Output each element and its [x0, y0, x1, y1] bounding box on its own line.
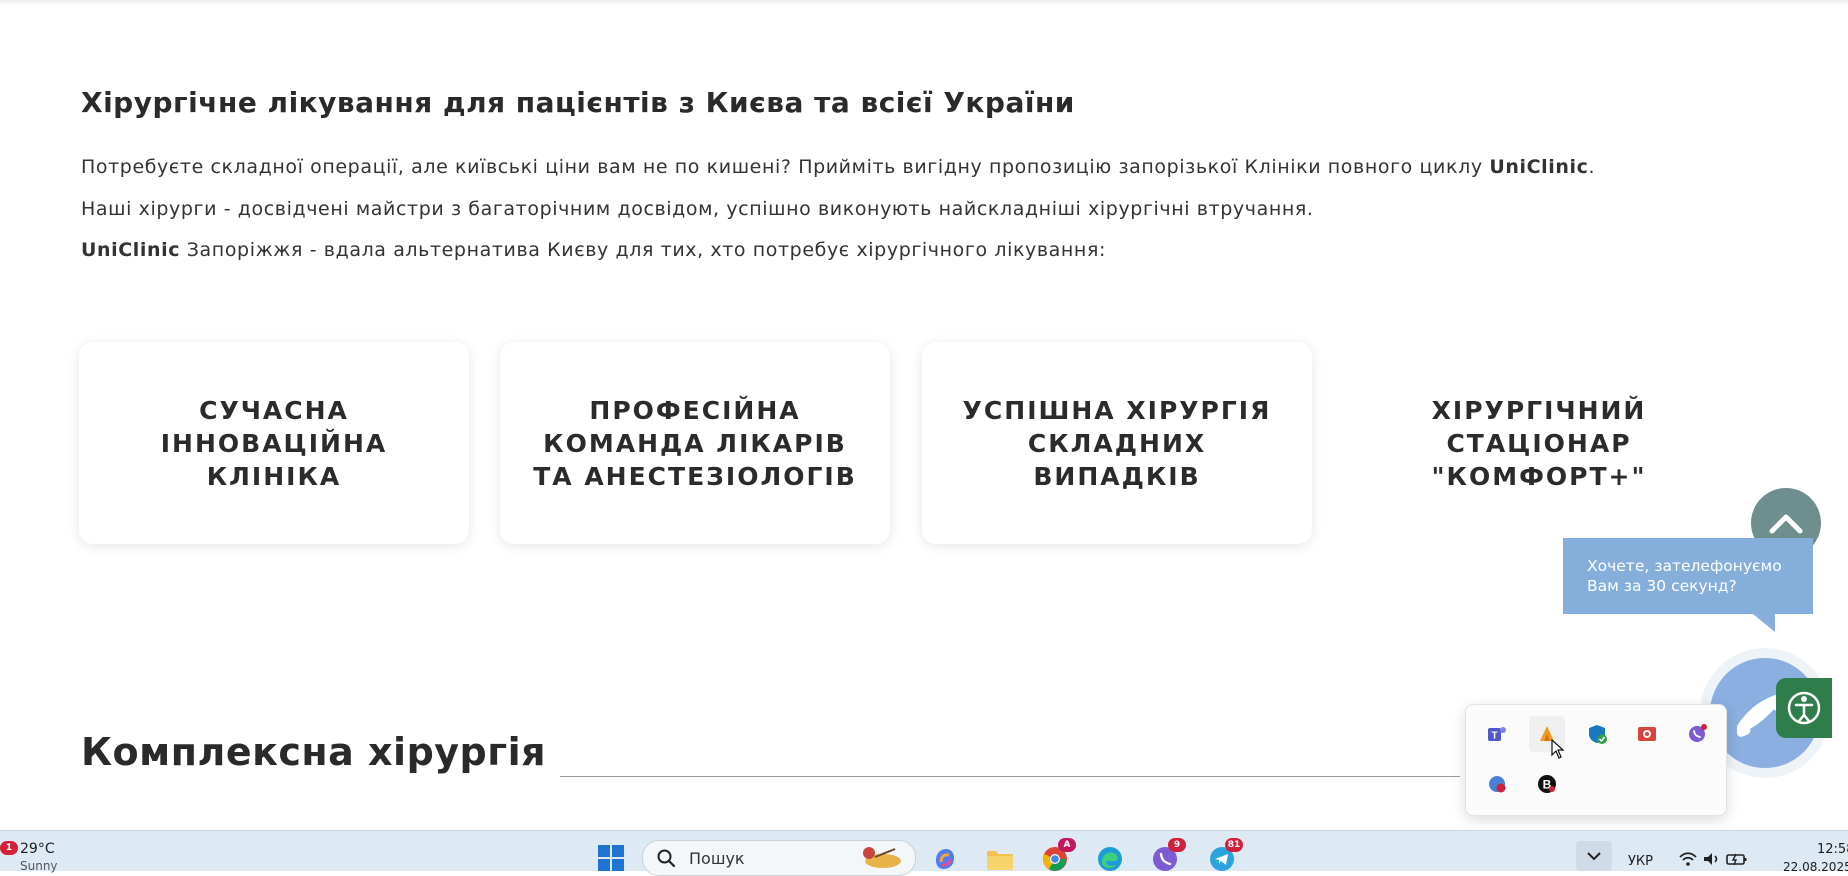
- feature-card: ПРОФЕСІЙНА КОМАНДА ЛІКАРІВ ТА АНЕСТЕЗІОЛ…: [500, 342, 890, 544]
- brand-name: UniClinic: [81, 239, 181, 261]
- telegram-badge: 81: [1225, 838, 1243, 852]
- windows-taskbar: 1 29°C Sunny Пошук A 9 81 УКР 12:58 22: [0, 830, 1848, 876]
- quick-settings[interactable]: [1678, 847, 1748, 871]
- header-shadow: [0, 0, 1848, 6]
- wifi-icon: [1679, 852, 1697, 866]
- tray-overflow-button[interactable]: [1576, 841, 1612, 871]
- viber-badge: 9: [1168, 838, 1186, 852]
- feature-card: УСПІШНА ХІРУРГІЯ СКЛАДНИХ ВИПАДКІВ: [922, 342, 1312, 544]
- search-highlight-icon: [863, 847, 901, 868]
- weather-desc: Sunny: [20, 859, 58, 873]
- intro-paragraph-2: Наші хірурги - досвідчені майстри з бага…: [81, 198, 1314, 220]
- clock-time[interactable]: 12:58: [1817, 842, 1848, 857]
- clock-date[interactable]: 22.08.2025: [1783, 860, 1848, 874]
- search-icon: [657, 849, 675, 867]
- callback-tooltip-text: Хочете, зателефонуємо Вам за 30 секунд?: [1587, 557, 1782, 595]
- feature-card-label: ХІРУРГІЧНИЙ СТАЦІОНАР "КОМФОРТ+": [1431, 395, 1647, 491]
- viber-icon[interactable]: [1679, 716, 1715, 752]
- battery-icon: [1726, 853, 1747, 866]
- chevron-down-icon: [1587, 852, 1601, 861]
- web-page: Хірургічне лікування для пацієнтів з Киє…: [0, 0, 1848, 830]
- feature-card: СУЧАСНА ІННОВАЦІЙНА КЛІНІКА: [79, 342, 469, 544]
- intro-end: .: [1588, 156, 1596, 178]
- feature-card-label: ПРОФЕСІЙНА КОМАНДА ЛІКАРІВ ТА АНЕСТЕЗІОЛ…: [533, 395, 857, 491]
- callback-tooltip: Хочете, зателефонуємо Вам за 30 секунд?: [1563, 538, 1813, 632]
- accessibility-icon: [1787, 691, 1821, 725]
- language-indicator[interactable]: УКР: [1628, 854, 1653, 869]
- intro-text: Запоріжжя - вдала альтернатива Києву для…: [180, 239, 1106, 261]
- next-section-title: Комплексна хірургія: [81, 730, 547, 774]
- camera-icon[interactable]: [1629, 716, 1665, 752]
- section-title: Хірургічне лікування для пацієнтів з Киє…: [81, 86, 1075, 119]
- weather-badge: 1: [0, 841, 18, 855]
- accessibility-button[interactable]: [1776, 678, 1832, 738]
- brand-name: UniClinic: [1489, 156, 1589, 178]
- mouse-cursor-icon: [1551, 739, 1565, 759]
- svg-text:T: T: [1491, 731, 1497, 742]
- feature-card-label: СУЧАСНА ІННОВАЦІЙНА КЛІНІКА: [160, 395, 388, 491]
- start-button[interactable]: [596, 843, 626, 873]
- system-tray-overflow: T B: [1465, 704, 1727, 816]
- teams-icon[interactable]: T: [1479, 716, 1515, 752]
- volume-icon: [1704, 853, 1718, 865]
- app-blue-icon[interactable]: [1479, 766, 1515, 802]
- defender-icon[interactable]: [1579, 716, 1615, 752]
- search-placeholder: Пошук: [689, 849, 745, 868]
- intro-paragraph-3: UniClinic Запоріжжя - вдала альтернатива…: [81, 239, 1106, 261]
- chevron-up-icon: [1769, 514, 1803, 534]
- feature-card-label: УСПІШНА ХІРУРГІЯ СКЛАДНИХ ВИПАДКІВ: [962, 395, 1272, 491]
- intro-paragraph-1: Потребуєте складної операції, але київсь…: [81, 156, 1595, 178]
- b-app-icon[interactable]: B: [1529, 766, 1565, 802]
- chrome-profile-badge: A: [1058, 838, 1076, 852]
- taskbar-search[interactable]: Пошук: [642, 840, 916, 876]
- weather-temp: 29°C: [20, 841, 55, 857]
- feature-card: ХІРУРГІЧНИЙ СТАЦІОНАР "КОМФОРТ+": [1344, 342, 1734, 544]
- windows-logo-icon: [598, 845, 624, 871]
- tooltip-tail: [1753, 614, 1775, 632]
- intro-text: Потребуєте складної операції, але київсь…: [81, 156, 1490, 178]
- section-divider: [560, 776, 1460, 777]
